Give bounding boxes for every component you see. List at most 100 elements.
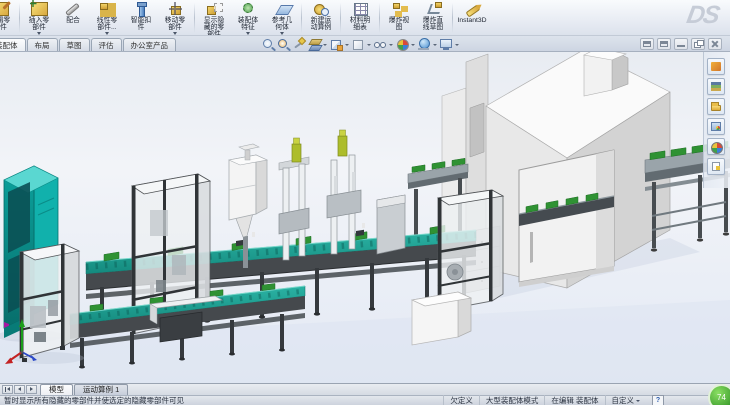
help-icon[interactable]: ? <box>652 395 664 405</box>
scroll-next-button[interactable] <box>26 385 37 394</box>
previous-view-icon[interactable] <box>292 38 306 51</box>
status-segment: 欠定义 <box>443 395 479 405</box>
status-hint-text: 暂时显示所有隐藏的零部件并使选定的隐藏零部件可见 <box>4 395 443 405</box>
sheet-tabs: 模型运动算例 1 <box>40 384 129 395</box>
dropdown-caret[interactable] <box>411 44 415 46</box>
tile-windows-button[interactable] <box>657 38 671 50</box>
move-component-button[interactable]: 移动零部件 <box>158 1 192 35</box>
restore-document-button[interactable] <box>691 38 705 50</box>
graphics-area-scene[interactable] <box>0 52 730 383</box>
solidworks-resources-icon[interactable] <box>707 58 725 75</box>
minimize-document-button[interactable] <box>674 38 688 50</box>
explode-line-sketch-button[interactable]: 爆炸直线草图 <box>416 1 450 35</box>
tab-model[interactable]: 模型 <box>40 384 73 395</box>
heads-up-view-toolbar <box>262 37 460 52</box>
tab-motion-study-1[interactable]: 运动算例 1 <box>74 384 128 395</box>
dropdown-caret[interactable] <box>433 44 437 46</box>
tower-enclosure-b[interactable] <box>438 190 503 311</box>
ribbon-group-separator <box>19 3 20 33</box>
status-segments: 欠定义大型装配体模式在编辑 装配体自定义 <box>443 395 646 405</box>
recorder-badge: 74 <box>708 384 730 405</box>
button-label: 插入零部件 <box>29 17 49 31</box>
insert-components-button[interactable]: 插入零部件 <box>22 1 56 35</box>
edit-appearance-icon[interactable] <box>395 38 409 51</box>
dropdown-caret[interactable] <box>173 32 177 35</box>
button-label: 装配体特征 <box>238 17 258 31</box>
file-explorer-icon[interactable] <box>707 98 725 115</box>
task-pane-tabs <box>707 58 727 175</box>
linear-component-pattern-button[interactable]: 线性零部件... <box>90 1 124 35</box>
fastener-icon <box>133 2 150 16</box>
scroll-prev-button[interactable] <box>14 385 25 394</box>
tab-sketch[interactable]: 草图 <box>59 38 90 51</box>
assyfeat-icon <box>240 2 257 16</box>
view-orientation-icon[interactable] <box>329 38 343 51</box>
bill-of-materials-button[interactable]: 材料明细表 <box>343 1 377 35</box>
button-label: 编辑零部件 <box>0 17 10 31</box>
appearances-scenes-icon[interactable] <box>707 138 725 155</box>
display-style-icon[interactable] <box>351 38 365 51</box>
custom-properties-icon[interactable] <box>707 158 725 175</box>
dropdown-caret[interactable] <box>105 32 109 35</box>
tab-assembly[interactable]: 装配体 <box>0 38 26 51</box>
instant3d-icon <box>464 2 481 16</box>
dassault-logo-watermark: DS <box>685 1 721 30</box>
dropdown-caret[interactable] <box>455 44 459 46</box>
view-settings-icon[interactable] <box>439 38 453 51</box>
mate-icon <box>65 2 82 16</box>
smart-fasteners-button[interactable]: 智能扣件 <box>124 1 158 35</box>
dropdown-caret[interactable] <box>246 32 250 35</box>
ribbon-group-separator <box>452 3 453 33</box>
dropdown-caret[interactable] <box>37 32 41 35</box>
solidworks-window: 编辑零部件插入零部件配合线性零部件...智能扣件移动零部件显示隐藏的零部件装配体… <box>0 0 730 405</box>
scroll-first-button[interactable] <box>2 385 13 394</box>
view-palette-icon[interactable] <box>707 118 725 135</box>
editpart-icon <box>0 2 9 16</box>
section-view-icon[interactable] <box>307 38 321 51</box>
button-label: 爆炸直线草图 <box>423 17 443 31</box>
button-label: 爆炸视图 <box>389 17 409 31</box>
show-hidden-components-button[interactable]: 显示隐藏的零部件 <box>197 1 231 35</box>
sheet-nav-buttons <box>0 385 40 395</box>
ribbon-group-separator <box>194 3 195 33</box>
dropdown-caret[interactable] <box>280 32 284 35</box>
bom-icon <box>352 2 369 16</box>
instant3d-button[interactable]: Instant3D <box>455 1 489 35</box>
tab-evaluate[interactable]: 评估 <box>91 38 122 51</box>
motion-icon <box>313 2 330 16</box>
ribbon-group-separator <box>379 3 380 33</box>
model-motion-tab-bar: 模型运动算例 1 <box>0 383 730 395</box>
ribbon-tabs: 装配体布局草图评估办公室产品 <box>0 38 177 51</box>
reference-geometry-button[interactable]: 参考几何体 <box>265 1 299 35</box>
dropdown-caret[interactable] <box>367 44 371 46</box>
mate-button[interactable]: 配合 <box>56 1 90 35</box>
button-label: 新建运动算例 <box>311 17 331 31</box>
ribbon-buttons: 编辑零部件 插入零部件配合线性零部件... 智能扣件移动零部件显示隐藏的零部件装配体… <box>0 1 489 35</box>
station-3[interactable] <box>377 195 405 254</box>
zoom-area-icon[interactable] <box>277 38 291 51</box>
tab-office-products[interactable]: 办公室产品 <box>123 38 177 51</box>
graphics-area[interactable] <box>0 52 730 383</box>
status-segment[interactable]: 自定义 <box>605 395 647 405</box>
cascade-windows-button[interactable] <box>640 38 654 50</box>
exploded-view-button[interactable]: 爆炸视图 <box>382 1 416 35</box>
new-motion-study-button[interactable]: 新建运动算例 <box>304 1 338 35</box>
explode-icon <box>391 2 408 16</box>
showhide-icon <box>206 2 223 16</box>
zoom-fit-icon[interactable] <box>262 38 276 51</box>
tab-layout[interactable]: 布局 <box>27 38 58 51</box>
dropdown-caret[interactable] <box>636 400 640 402</box>
edit-component-button[interactable]: 编辑零部件 <box>0 1 17 35</box>
dropdown-caret[interactable] <box>323 44 327 46</box>
button-label: 线性零部件... <box>97 17 117 31</box>
dropdown-caret[interactable] <box>389 44 393 46</box>
design-library-icon[interactable] <box>707 78 725 95</box>
dropdown-caret[interactable] <box>345 44 349 46</box>
close-document-button[interactable] <box>708 38 722 50</box>
button-label: 智能扣件 <box>131 17 151 31</box>
hide-show-items-icon[interactable] <box>373 38 387 51</box>
apply-scene-icon[interactable] <box>417 38 431 51</box>
refgeo-icon <box>274 2 291 16</box>
assembly-features-button[interactable]: 装配体特征 <box>231 1 265 35</box>
ribbon-group-separator <box>340 3 341 33</box>
